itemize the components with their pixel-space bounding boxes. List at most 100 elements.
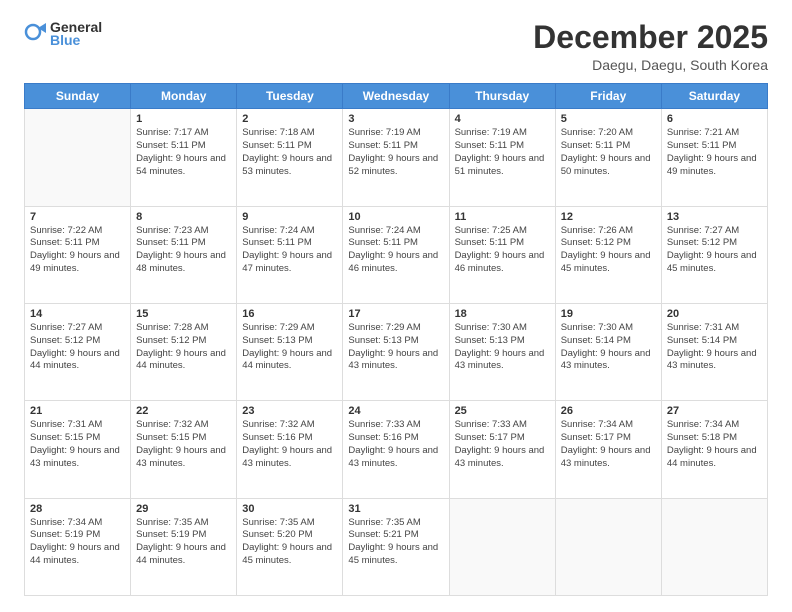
day-info: Sunrise: 7:35 AMSunset: 5:20 PMDaylight:…	[242, 517, 337, 568]
dow-header-friday: Friday	[555, 84, 661, 109]
dow-header-wednesday: Wednesday	[343, 84, 449, 109]
day-number: 18	[455, 308, 550, 320]
day-number: 8	[136, 211, 231, 223]
day-info: Sunrise: 7:19 AMSunset: 5:11 PMDaylight:…	[455, 127, 550, 178]
day-info: Sunrise: 7:21 AMSunset: 5:11 PMDaylight:…	[667, 127, 762, 178]
calendar-cell: 3Sunrise: 7:19 AMSunset: 5:11 PMDaylight…	[343, 109, 449, 206]
day-number: 28	[30, 503, 125, 515]
calendar-cell: 9Sunrise: 7:24 AMSunset: 5:11 PMDaylight…	[237, 206, 343, 303]
day-number: 12	[561, 211, 656, 223]
calendar-cell: 31 Sunrise: 7:35 AMSunset: 5:21 PMDayligh…	[343, 498, 449, 595]
day-number: 9	[242, 211, 337, 223]
calendar-cell: 5Sunrise: 7:20 AMSunset: 5:11 PMDaylight…	[555, 109, 661, 206]
calendar-cell: 28 Sunrise: 7:34 AMSunset: 5:19 PMDayligh…	[25, 498, 131, 595]
day-number: 24	[348, 405, 443, 417]
day-number: 13	[667, 211, 762, 223]
day-info: Sunrise: 7:18 AMSunset: 5:11 PMDaylight:…	[242, 127, 337, 178]
calendar-cell: 13 Sunrise: 7:27 AMSunset: 5:12 PMDayligh…	[661, 206, 767, 303]
calendar-cell: 27Sunrise: 7:34 AMSunset: 5:18 PMDayligh…	[661, 401, 767, 498]
dow-header-tuesday: Tuesday	[237, 84, 343, 109]
day-number: 4	[455, 113, 550, 125]
day-info: Sunrise: 7:24 AMSunset: 5:11 PMDaylight:…	[348, 225, 443, 276]
dow-header-saturday: Saturday	[661, 84, 767, 109]
day-info: Sunrise: 7:31 AMSunset: 5:14 PMDaylight:…	[667, 322, 762, 373]
day-info: Sunrise: 7:30 AMSunset: 5:14 PMDaylight:…	[561, 322, 656, 373]
day-info: Sunrise: 7:17 AMSunset: 5:11 PMDaylight:…	[136, 127, 231, 178]
day-info: Sunrise: 7:34 AMSunset: 5:17 PMDaylight:…	[561, 419, 656, 470]
day-info: Sunrise: 7:34 AMSunset: 5:19 PMDaylight:…	[30, 517, 125, 568]
calendar-cell: 7 Sunrise: 7:22 AMSunset: 5:11 PMDaylight…	[25, 206, 131, 303]
dow-header-thursday: Thursday	[449, 84, 555, 109]
calendar-cell	[449, 498, 555, 595]
calendar-cell: 6 Sunrise: 7:21 AMSunset: 5:11 PMDaylight…	[661, 109, 767, 206]
calendar-cell: 18 Sunrise: 7:30 AMSunset: 5:13 PMDayligh…	[449, 303, 555, 400]
calendar-cell: 1 Sunrise: 7:17 AMSunset: 5:11 PMDaylight…	[131, 109, 237, 206]
day-info: Sunrise: 7:22 AMSunset: 5:11 PMDaylight:…	[30, 225, 125, 276]
day-info: Sunrise: 7:34 AMSunset: 5:18 PMDaylight:…	[667, 419, 762, 470]
day-number: 1	[136, 113, 231, 125]
day-number: 26	[561, 405, 656, 417]
calendar-cell: 11 Sunrise: 7:25 AMSunset: 5:11 PMDayligh…	[449, 206, 555, 303]
day-number: 31	[348, 503, 443, 515]
calendar-cell: 19 Sunrise: 7:30 AMSunset: 5:14 PMDayligh…	[555, 303, 661, 400]
calendar-cell: 12 Sunrise: 7:26 AMSunset: 5:12 PMDayligh…	[555, 206, 661, 303]
calendar-cell: 21Sunrise: 7:31 AMSunset: 5:15 PMDayligh…	[25, 401, 131, 498]
day-info: Sunrise: 7:27 AMSunset: 5:12 PMDaylight:…	[667, 225, 762, 276]
calendar-table: SundayMondayTuesdayWednesdayThursdayFrid…	[24, 83, 768, 596]
dow-header-sunday: Sunday	[25, 84, 131, 109]
day-number: 16	[242, 308, 337, 320]
calendar-cell: 29 Sunrise: 7:35 AMSunset: 5:19 PMDayligh…	[131, 498, 237, 595]
day-number: 15	[136, 308, 231, 320]
location-subtitle: Daegu, Daegu, South Korea	[533, 57, 768, 73]
page: General Blue December 2025 Daegu, Daegu,…	[0, 0, 792, 612]
logo: General Blue	[24, 20, 102, 49]
calendar-cell: 8 Sunrise: 7:23 AMSunset: 5:11 PMDaylight…	[131, 206, 237, 303]
day-number: 10	[348, 211, 443, 223]
calendar-cell: 16Sunrise: 7:29 AMSunset: 5:13 PMDayligh…	[237, 303, 343, 400]
day-info: Sunrise: 7:35 AMSunset: 5:19 PMDaylight:…	[136, 517, 231, 568]
day-number: 11	[455, 211, 550, 223]
week-row-4: 28 Sunrise: 7:34 AMSunset: 5:19 PMDayligh…	[25, 498, 768, 595]
calendar-cell: 23 Sunrise: 7:32 AMSunset: 5:16 PMDayligh…	[237, 401, 343, 498]
week-row-1: 7 Sunrise: 7:22 AMSunset: 5:11 PMDaylight…	[25, 206, 768, 303]
logo-blue-text: Blue	[50, 33, 102, 48]
calendar-cell: 2 Sunrise: 7:18 AMSunset: 5:11 PMDaylight…	[237, 109, 343, 206]
day-number: 22	[136, 405, 231, 417]
calendar-cell: 24 Sunrise: 7:33 AMSunset: 5:16 PMDayligh…	[343, 401, 449, 498]
day-info: Sunrise: 7:32 AMSunset: 5:15 PMDaylight:…	[136, 419, 231, 470]
day-info: Sunrise: 7:29 AMSunset: 5:13 PMDaylight:…	[348, 322, 443, 373]
day-info: Sunrise: 7:32 AMSunset: 5:16 PMDaylight:…	[242, 419, 337, 470]
calendar-cell: 20Sunrise: 7:31 AMSunset: 5:14 PMDayligh…	[661, 303, 767, 400]
day-info: Sunrise: 7:35 AMSunset: 5:21 PMDaylight:…	[348, 517, 443, 568]
calendar-cell	[661, 498, 767, 595]
day-info: Sunrise: 7:30 AMSunset: 5:13 PMDaylight:…	[455, 322, 550, 373]
day-number: 23	[242, 405, 337, 417]
calendar-cell: 22 Sunrise: 7:32 AMSunset: 5:15 PMDayligh…	[131, 401, 237, 498]
day-info: Sunrise: 7:27 AMSunset: 5:12 PMDaylight:…	[30, 322, 125, 373]
day-info: Sunrise: 7:28 AMSunset: 5:12 PMDaylight:…	[136, 322, 231, 373]
day-number: 2	[242, 113, 337, 125]
calendar-cell: 25Sunrise: 7:33 AMSunset: 5:17 PMDayligh…	[449, 401, 555, 498]
day-of-week-row: SundayMondayTuesdayWednesdayThursdayFrid…	[25, 84, 768, 109]
month-title: December 2025	[533, 20, 768, 55]
day-info: Sunrise: 7:19 AMSunset: 5:11 PMDaylight:…	[348, 127, 443, 178]
day-number: 17	[348, 308, 443, 320]
day-number: 30	[242, 503, 337, 515]
day-number: 21	[30, 405, 125, 417]
day-info: Sunrise: 7:25 AMSunset: 5:11 PMDaylight:…	[455, 225, 550, 276]
calendar-cell: 14Sunrise: 7:27 AMSunset: 5:12 PMDayligh…	[25, 303, 131, 400]
day-info: Sunrise: 7:33 AMSunset: 5:16 PMDaylight:…	[348, 419, 443, 470]
day-number: 19	[561, 308, 656, 320]
day-number: 7	[30, 211, 125, 223]
calendar-cell: 4 Sunrise: 7:19 AMSunset: 5:11 PMDaylight…	[449, 109, 555, 206]
day-info: Sunrise: 7:33 AMSunset: 5:17 PMDaylight:…	[455, 419, 550, 470]
calendar-body: 1 Sunrise: 7:17 AMSunset: 5:11 PMDaylight…	[25, 109, 768, 596]
header: General Blue December 2025 Daegu, Daegu,…	[24, 20, 768, 73]
day-info: Sunrise: 7:26 AMSunset: 5:12 PMDaylight:…	[561, 225, 656, 276]
day-info: Sunrise: 7:23 AMSunset: 5:11 PMDaylight:…	[136, 225, 231, 276]
day-number: 6	[667, 113, 762, 125]
title-area: December 2025 Daegu, Daegu, South Korea	[533, 20, 768, 73]
week-row-2: 14Sunrise: 7:27 AMSunset: 5:12 PMDayligh…	[25, 303, 768, 400]
day-number: 29	[136, 503, 231, 515]
calendar-cell	[555, 498, 661, 595]
